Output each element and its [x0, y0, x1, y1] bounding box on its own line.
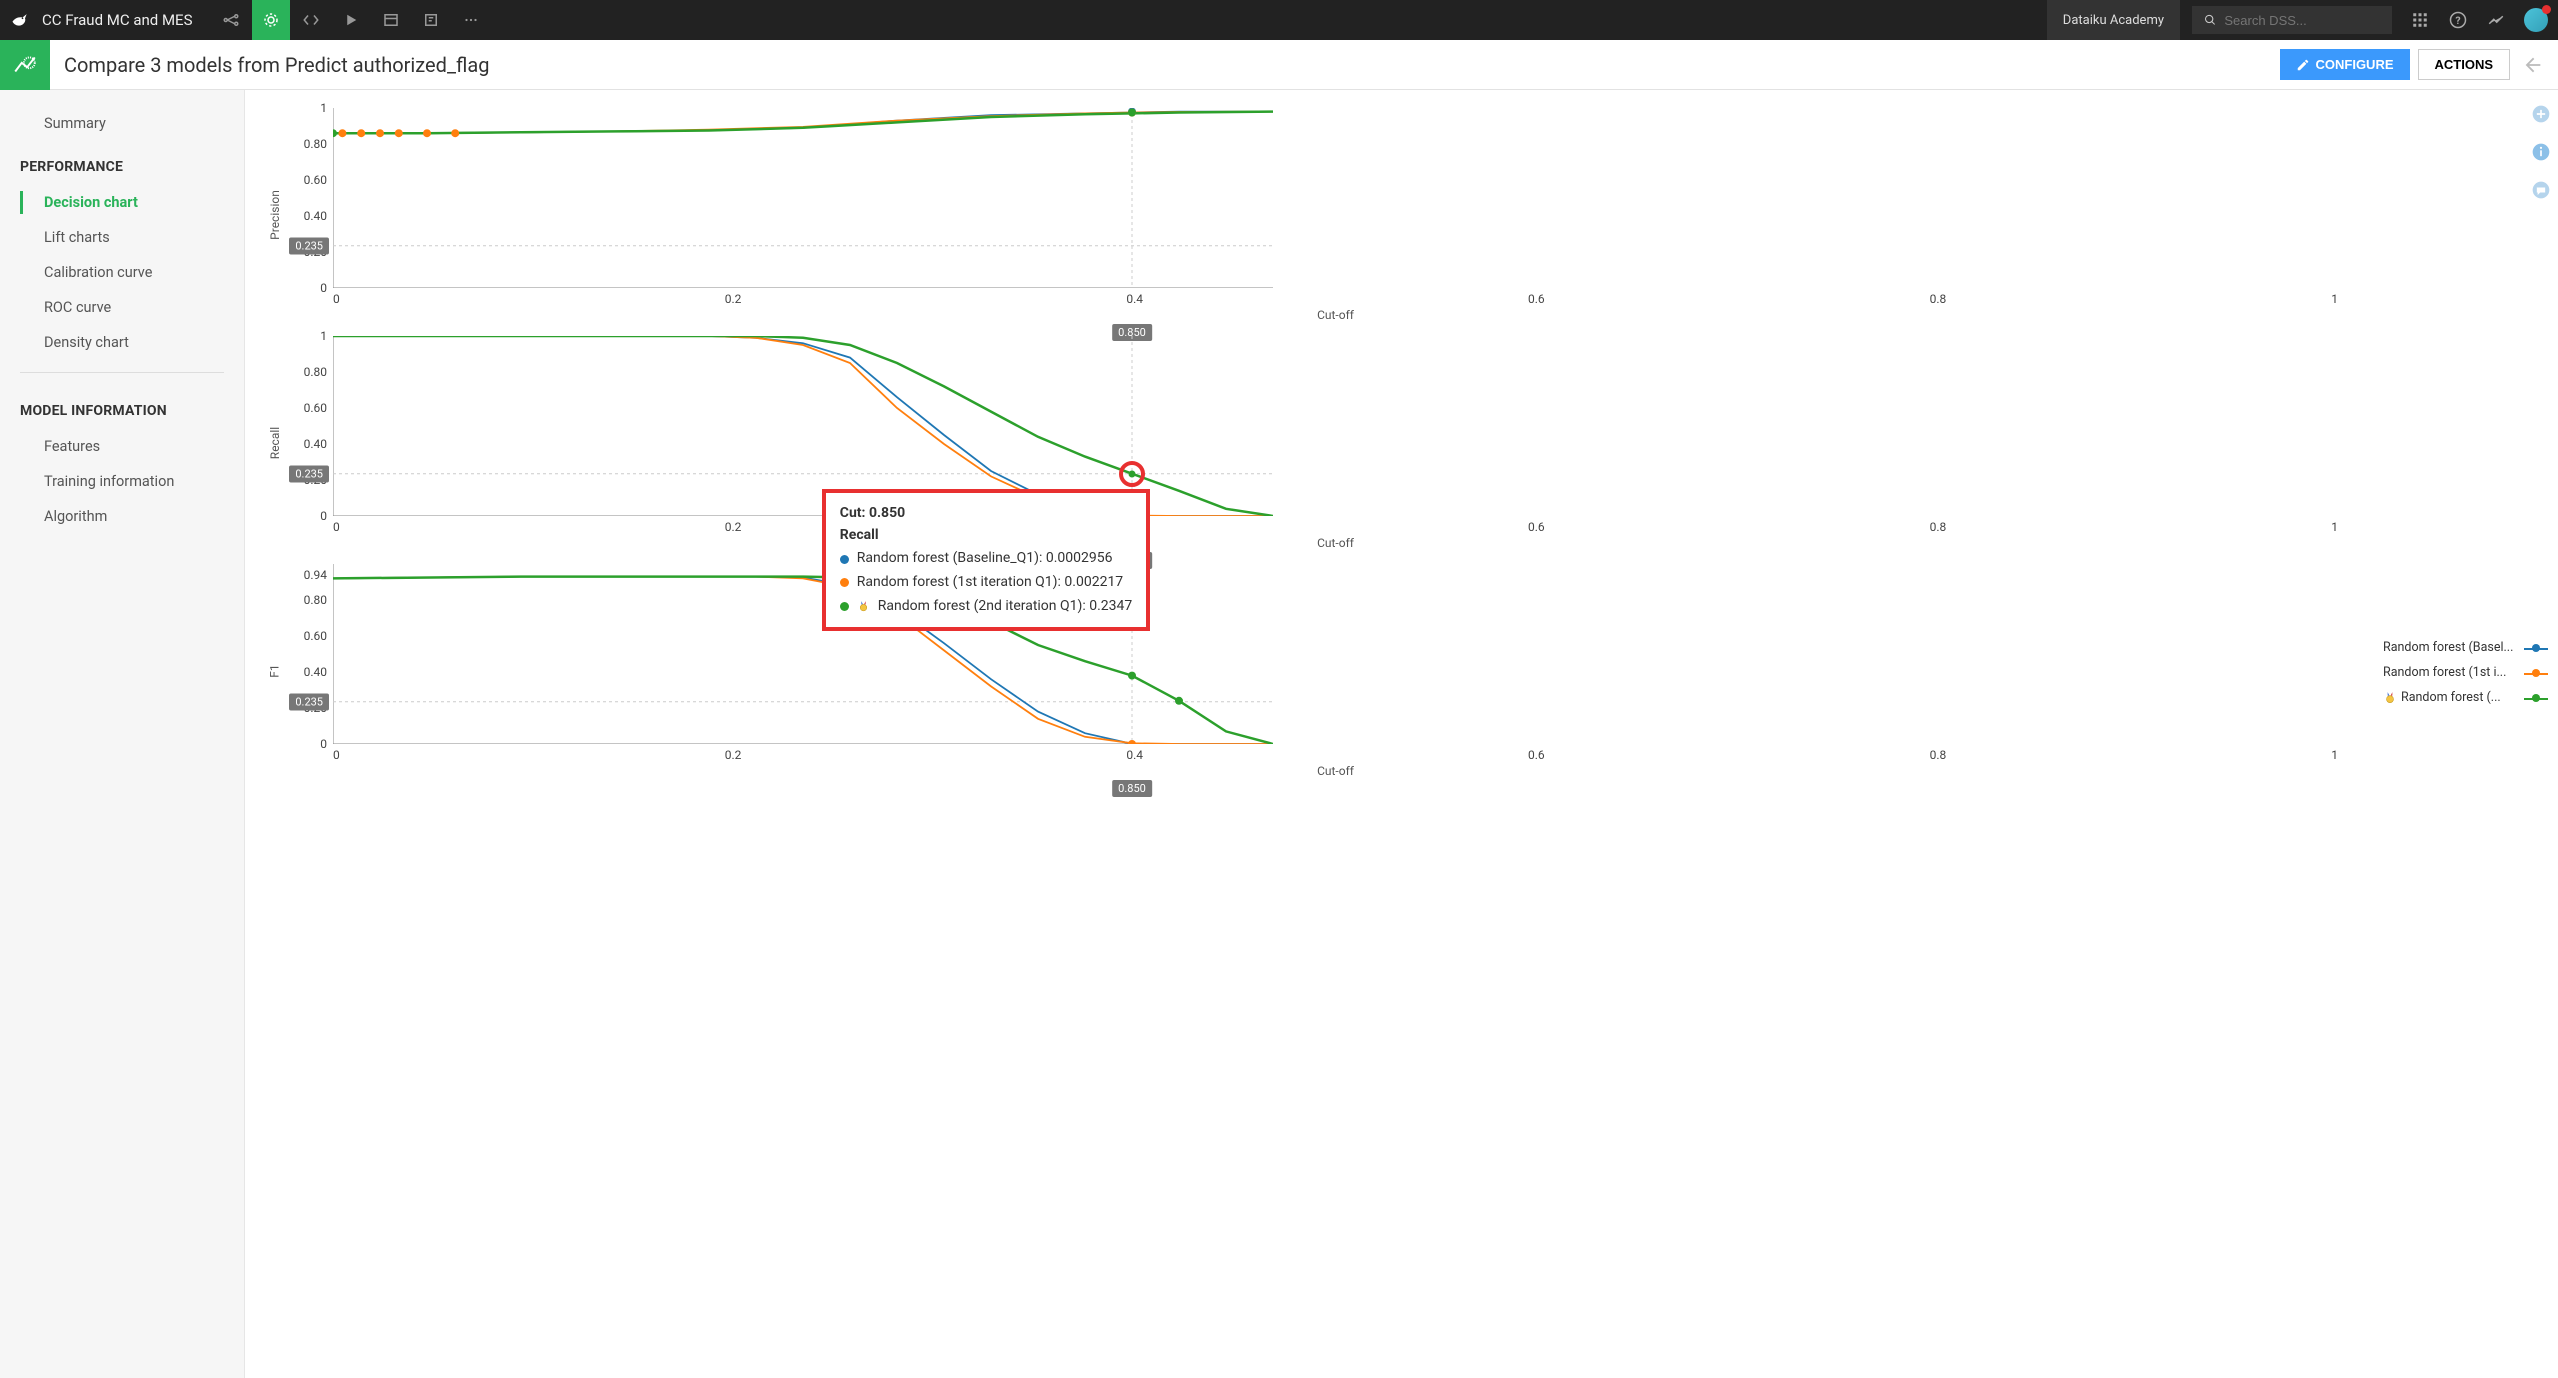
search-input[interactable]	[2192, 6, 2392, 34]
chart-block-precision: Precision 00.200.400.600.8010.235 00.20.…	[265, 108, 2518, 322]
run-icon[interactable]	[332, 0, 370, 40]
search-icon	[2204, 13, 2216, 27]
flow-icon[interactable]	[212, 0, 250, 40]
legend-item-2[interactable]: Random forest (...	[2383, 690, 2548, 705]
svg-text:?: ?	[2455, 14, 2460, 27]
back-arrow-icon[interactable]	[2522, 54, 2544, 76]
code-icon[interactable]	[292, 0, 330, 40]
configure-label: CONFIGURE	[2316, 57, 2394, 72]
chart-plot-0	[333, 108, 1273, 288]
sidebar-item-features[interactable]: Features	[0, 429, 244, 464]
edit-icon	[2296, 58, 2310, 72]
sidebar-item-density-chart[interactable]: Density chart	[0, 325, 244, 360]
tooltip-metric: Recall	[840, 525, 1132, 547]
x-axis-label: Cut-off	[333, 536, 2338, 550]
content-area: Precision 00.200.400.600.8010.235 00.20.…	[245, 90, 2558, 1378]
sidebar-item-roc-curve[interactable]: ROC curve	[0, 290, 244, 325]
legend-label: Random forest (Basel...	[2383, 640, 2520, 655]
legend-item-0[interactable]: Random forest (Basel...	[2383, 640, 2548, 655]
y-axis-label: Precision	[268, 190, 282, 240]
chat-icon[interactable]	[2531, 180, 2551, 200]
chart-legend: Random forest (Basel... Random forest (1s…	[2383, 640, 2548, 715]
lab-icon[interactable]	[252, 0, 290, 40]
more-icon[interactable]	[452, 0, 490, 40]
project-title: CC Fraud MC and MES	[42, 11, 192, 29]
chart-tooltip: Cut: 0.850RecallRandom forest (Baseline_…	[822, 489, 1150, 631]
apps-icon[interactable]	[2410, 10, 2430, 30]
sidebar-item-calibration-curve[interactable]: Calibration curve	[0, 255, 244, 290]
sidebar-item-decision-chart[interactable]: Decision chart	[0, 185, 244, 220]
sidebar-header-model-info: MODEL INFORMATION	[0, 385, 244, 429]
sidebar-item-summary[interactable]: Summary	[0, 106, 244, 141]
top-nav: CC Fraud MC and MES Dataiku Academy ?	[0, 0, 2558, 40]
search-field[interactable]	[2224, 13, 2380, 28]
legend-item-1[interactable]: Random forest (1st i...	[2383, 665, 2548, 680]
right-rail	[2524, 90, 2558, 200]
sidebar-item-algorithm[interactable]: Algorithm	[0, 499, 244, 534]
user-avatar[interactable]	[2524, 8, 2548, 32]
sidebar-header-performance: PERFORMANCE	[0, 141, 244, 185]
sidebar-item-lift-charts[interactable]: Lift charts	[0, 220, 244, 255]
y-axis-label: F1	[268, 664, 282, 677]
dataiku-logo-icon[interactable]	[10, 10, 30, 30]
configure-button[interactable]: CONFIGURE	[2280, 49, 2410, 80]
dashboard-icon[interactable]	[372, 0, 410, 40]
tooltip-row-text: Random forest (1st iteration Q1): 0.0022…	[857, 572, 1123, 594]
chart-block-recall: Recall 00.200.400.600.8010.235 00.20.40.…	[265, 336, 2518, 550]
highlight-ring	[1119, 461, 1145, 487]
page-header: Compare 3 models from Predict authorized…	[0, 40, 2558, 90]
notification-dot	[2542, 5, 2551, 14]
legend-label: Random forest (1st i...	[2383, 665, 2520, 680]
activity-icon[interactable]	[2486, 10, 2506, 30]
sidebar: Summary PERFORMANCE Decision chart Lift …	[0, 90, 245, 1378]
page-title: Compare 3 models from Predict authorized…	[64, 53, 489, 77]
tooltip-row-text: Random forest (Baseline_Q1): 0.0002956	[857, 548, 1113, 570]
wiki-icon[interactable]	[412, 0, 450, 40]
actions-button[interactable]: ACTIONS	[2418, 49, 2511, 80]
tooltip-row-text: Random forest (2nd iteration Q1): 0.2347	[878, 596, 1132, 618]
academy-link[interactable]: Dataiku Academy	[2047, 0, 2180, 40]
help-icon[interactable]: ?	[2448, 10, 2468, 30]
tooltip-cut: Cut: 0.850	[840, 503, 1132, 525]
x-axis-label: Cut-off	[333, 308, 2338, 322]
compare-models-icon	[0, 40, 50, 90]
add-icon[interactable]	[2531, 104, 2551, 124]
legend-label: Random forest (...	[2401, 690, 2520, 705]
info-icon[interactable]	[2531, 142, 2551, 162]
chart-block-f1: F1 00.200.400.600.800.940.235 00.20.40.6…	[265, 564, 2518, 778]
sidebar-item-training-info[interactable]: Training information	[0, 464, 244, 499]
x-axis-label: Cut-off	[333, 764, 2338, 778]
y-axis-label: Recall	[268, 427, 282, 459]
